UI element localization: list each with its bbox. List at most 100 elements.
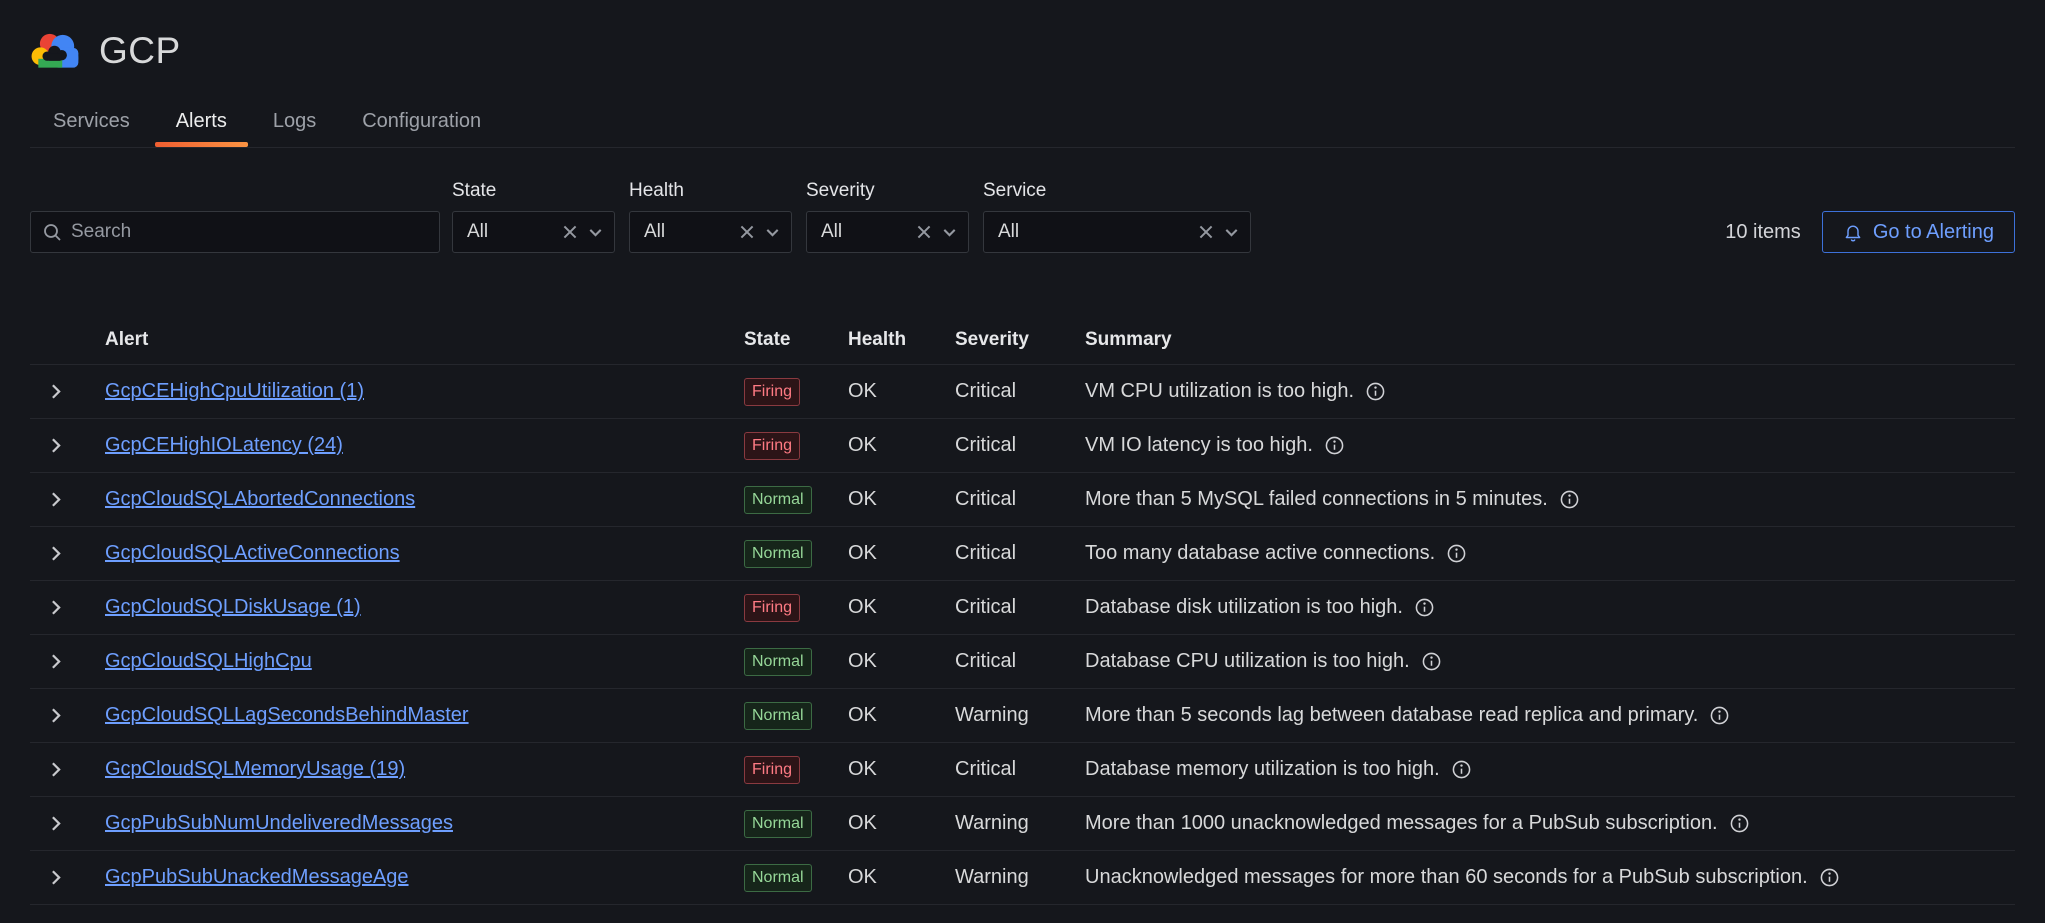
expand-row-icon[interactable] — [51, 816, 61, 831]
summary-text: Database disk utilization is too high. — [1085, 596, 1403, 619]
info-icon[interactable] — [1366, 382, 1385, 401]
table-row: GcpPubSubUnackedMessageAge Normal OK War… — [30, 851, 2015, 905]
clear-icon[interactable] — [740, 225, 754, 239]
alert-link[interactable]: GcpCEHighIOLatency (24) — [105, 434, 343, 456]
summary-text: More than 5 seconds lag between database… — [1085, 704, 1698, 727]
filter-label: Health — [629, 180, 792, 202]
alert-link[interactable]: GcpPubSubUnackedMessageAge — [105, 866, 409, 888]
expand-row-icon[interactable] — [51, 546, 61, 561]
app-header: GCP — [0, 0, 2045, 72]
severity-value: Critical — [955, 596, 1085, 619]
summary-text: Database CPU utilization is too high. — [1085, 650, 1410, 673]
state-badge: Normal — [744, 540, 812, 568]
table-header: Alert State Health Severity Summary — [30, 315, 2015, 365]
expand-row-icon[interactable] — [51, 384, 61, 399]
alert-link[interactable]: GcpPubSubNumUndeliveredMessages — [105, 812, 453, 834]
tab-label: Services — [53, 110, 130, 132]
alerts-table: Alert State Health Severity Summary GcpC… — [30, 315, 2015, 905]
state-badge: Normal — [744, 810, 812, 838]
filter-label: Service — [983, 180, 1251, 202]
expand-row-icon[interactable] — [51, 708, 61, 723]
state-badge: Normal — [744, 864, 812, 892]
filter-select[interactable]: All — [452, 211, 615, 253]
alert-link[interactable]: GcpCloudSQLActiveConnections — [105, 542, 400, 564]
info-icon[interactable] — [1730, 814, 1749, 833]
search-input[interactable] — [71, 221, 427, 243]
summary-text: Database memory utilization is too high. — [1085, 758, 1440, 781]
alert-link[interactable]: GcpCloudSQLMemoryUsage (19) — [105, 758, 405, 780]
filter-group-state: State All — [452, 180, 615, 253]
expand-row-icon[interactable] — [51, 438, 61, 453]
column-header-alert: Alert — [82, 329, 744, 351]
table-row: GcpCEHighCpuUtilization (1) Firing OK Cr… — [30, 365, 2015, 419]
alert-link[interactable]: GcpCloudSQLLagSecondsBehindMaster — [105, 704, 469, 726]
filter-select[interactable]: All — [629, 211, 792, 253]
search-box[interactable] — [30, 211, 440, 253]
chevron-down-icon[interactable] — [943, 228, 956, 237]
severity-value: Critical — [955, 542, 1085, 565]
info-icon[interactable] — [1447, 544, 1466, 563]
health-value: OK — [848, 650, 955, 673]
clear-icon[interactable] — [563, 225, 577, 239]
state-badge: Normal — [744, 702, 812, 730]
filter-selects: State All Health All Severity All S — [452, 180, 1251, 253]
google-cloud-logo-icon — [30, 30, 82, 72]
summary-text: More than 5 MySQL failed connections in … — [1085, 488, 1548, 511]
info-icon[interactable] — [1710, 706, 1729, 725]
info-icon[interactable] — [1325, 436, 1344, 455]
info-icon[interactable] — [1422, 652, 1441, 671]
expand-row-icon[interactable] — [51, 870, 61, 885]
severity-value: Warning — [955, 704, 1085, 727]
alert-link[interactable]: GcpCEHighCpuUtilization (1) — [105, 380, 364, 402]
column-header-health: Health — [848, 329, 955, 351]
severity-value: Critical — [955, 488, 1085, 511]
filter-bar: State All Health All Severity All S — [30, 180, 2015, 253]
tab-services[interactable]: Services — [30, 98, 153, 147]
info-icon[interactable] — [1560, 490, 1579, 509]
chevron-down-icon[interactable] — [1225, 228, 1238, 237]
filter-select[interactable]: All — [983, 211, 1251, 253]
chevron-down-icon[interactable] — [589, 228, 602, 237]
expand-row-icon[interactable] — [51, 492, 61, 507]
alert-link[interactable]: GcpCloudSQLHighCpu — [105, 650, 312, 672]
state-badge: Normal — [744, 486, 812, 514]
info-icon[interactable] — [1415, 598, 1434, 617]
table-row: GcpCEHighIOLatency (24) Firing OK Critic… — [30, 419, 2015, 473]
filter-select[interactable]: All — [806, 211, 969, 253]
info-icon[interactable] — [1452, 760, 1471, 779]
state-badge: Firing — [744, 594, 800, 622]
clear-icon[interactable] — [917, 225, 931, 239]
chevron-down-icon[interactable] — [766, 228, 779, 237]
alert-link[interactable]: GcpCloudSQLDiskUsage (1) — [105, 596, 361, 618]
severity-value: Critical — [955, 650, 1085, 673]
tab-configuration[interactable]: Configuration — [339, 98, 504, 147]
table-row: GcpCloudSQLMemoryUsage (19) Firing OK Cr… — [30, 743, 2015, 797]
summary-text: VM IO latency is too high. — [1085, 434, 1313, 457]
filters-right: 10 items Go to Alerting — [1725, 211, 2015, 253]
clear-icon[interactable] — [1199, 225, 1213, 239]
tab-label: Logs — [273, 110, 316, 132]
search-icon — [43, 223, 62, 242]
tab-alerts[interactable]: Alerts — [153, 98, 250, 147]
tab-label: Alerts — [176, 110, 227, 132]
severity-value: Critical — [955, 434, 1085, 457]
health-value: OK — [848, 866, 955, 889]
tab-logs[interactable]: Logs — [250, 98, 339, 147]
health-value: OK — [848, 758, 955, 781]
expand-row-icon[interactable] — [51, 762, 61, 777]
filter-group-severity: Severity All — [806, 180, 969, 253]
alert-link[interactable]: GcpCloudSQLAbortedConnections — [105, 488, 415, 510]
go-to-alerting-button[interactable]: Go to Alerting — [1822, 211, 2015, 253]
info-icon[interactable] — [1820, 868, 1839, 887]
table-row: GcpCloudSQLActiveConnections Normal OK C… — [30, 527, 2015, 581]
expand-row-icon[interactable] — [51, 654, 61, 669]
table-row: GcpCloudSQLAbortedConnections Normal OK … — [30, 473, 2015, 527]
column-header-summary: Summary — [1085, 329, 2015, 351]
summary-text: Unacknowledged messages for more than 60… — [1085, 866, 1808, 889]
go-to-alerting-label: Go to Alerting — [1873, 221, 1994, 244]
health-value: OK — [848, 812, 955, 835]
expand-row-icon[interactable] — [51, 600, 61, 615]
health-value: OK — [848, 542, 955, 565]
filter-group-service: Service All — [983, 180, 1251, 253]
health-value: OK — [848, 596, 955, 619]
